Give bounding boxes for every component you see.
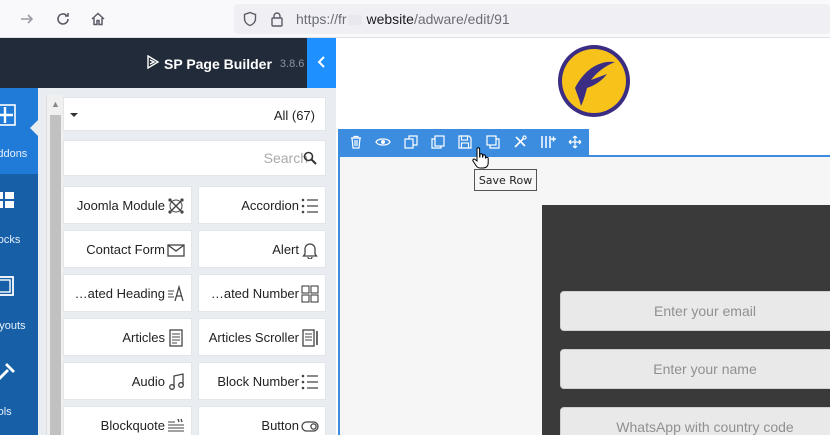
scroll-up-icon[interactable]: ▲ [47,95,64,112]
bell-icon [301,241,319,260]
addon-articles-scroller[interactable]: Articles Scroller [198,318,326,356]
rail-label: Layouts [0,320,26,332]
tools-icon [0,362,16,384]
duplicate-icon[interactable] [397,129,424,155]
addon-contact-form[interactable]: Contact Form [63,230,192,268]
addon-animated-heading[interactable]: …ated Heading [63,274,192,312]
builder-header: SP Page Builder 3.8.6 [0,38,336,88]
list-icon [301,197,319,215]
search-icon[interactable] [303,151,317,165]
addon-label: Contact Form [86,242,165,257]
addon-search [63,140,326,176]
rail-item-tools[interactable]: Tools [0,346,38,432]
number-icon [301,285,319,303]
addon-label: Articles [122,330,165,345]
blocks-icon [0,190,16,212]
home-icon[interactable] [88,9,108,29]
rail-label: Blocks [0,234,21,246]
addon-button[interactable]: Button [198,406,326,435]
row-toolbar [338,129,589,155]
envelope-icon [167,241,185,259]
copy-icon[interactable] [424,129,451,155]
hand-cursor-icon [471,147,489,169]
add-columns-icon[interactable] [534,129,561,155]
addon-label: Articles Scroller [208,330,299,345]
chevron-left-icon [317,55,327,71]
layouts-icon [0,276,16,298]
sidebar-rail: Addons Blocks Layouts Tools [0,88,38,435]
article-scroller-icon [301,329,319,347]
eye-icon[interactable] [369,129,396,155]
site-logo [557,44,633,120]
addon-label: …ated Number [210,286,299,301]
addon-animated-number[interactable]: …ated Number [198,274,326,312]
quote-icon [167,417,185,435]
tooltip-text: Save Row [478,173,533,187]
name-field[interactable] [560,349,830,389]
addon-category-select[interactable]: All (67) [63,97,326,131]
addon-block-number[interactable]: Block Number [198,362,326,400]
list-icon [301,373,319,391]
rail-label: Tools [0,406,12,418]
addons-scrollbar[interactable]: ▲ [46,95,63,435]
addon-audio[interactable]: Audio [63,362,192,400]
rail-item-blocks[interactable]: Blocks [0,174,38,260]
lock-icon[interactable] [270,11,284,32]
addon-label: Button [261,418,299,433]
active-indicator [30,120,38,136]
addon-accordion[interactable]: Accordion [198,186,326,224]
article-icon [167,329,185,347]
rail-label: Addons [0,148,28,160]
addon-blockquote[interactable]: Blockquote [63,406,192,435]
filter-value: All (67) [273,108,315,123]
addon-search-input[interactable] [64,141,308,175]
joomla-icon [167,197,185,215]
brand-version: 3.8.6 [279,57,305,70]
brand-name: SP Page Builder [164,55,272,72]
music-icon [167,373,185,391]
addon-label: Alert [272,242,299,257]
addon-articles[interactable]: Articles [63,318,192,356]
plus-icon [0,104,16,126]
heading-icon [167,284,185,303]
addon-label: Block Number [217,374,299,389]
collapse-sidebar-button[interactable] [307,38,336,88]
email-field[interactable] [560,291,830,331]
trash-icon[interactable] [342,129,369,155]
scroll-thumb[interactable] [50,115,61,435]
addon-alert[interactable]: Alert [198,230,326,268]
browser-toolbar: https://fr website/adware/edit/91 [0,0,830,38]
forward-icon[interactable] [17,9,37,29]
addon-label: Accordion [241,198,299,213]
addon-label: …ated Heading [74,286,165,301]
toggle-icon [301,417,319,435]
move-icon[interactable] [562,129,589,155]
shield-icon[interactable] [242,11,258,32]
rail-item-layouts[interactable]: Layouts [0,260,38,346]
rail-item-addons[interactable]: Addons [0,88,38,174]
url-bar[interactable]: https://fr website/adware/edit/91 [234,4,830,34]
save-row-tooltip: Save Row [474,169,537,191]
addon-joomla-module[interactable]: Joomla Module [63,186,192,224]
url-text: https://fr website/adware/edit/91 [296,11,510,27]
builder-brand: SP Page Builder 3.8.6 [146,54,305,72]
sp-logo-icon [146,54,160,72]
caret-down-icon [70,113,78,117]
addon-label: Audio [131,374,165,389]
reload-icon[interactable] [53,9,73,29]
addon-label: Blockquote [100,418,165,433]
addon-label: Joomla Module [76,198,165,213]
whatsapp-field[interactable] [560,407,830,435]
settings-icon[interactable] [507,129,534,155]
